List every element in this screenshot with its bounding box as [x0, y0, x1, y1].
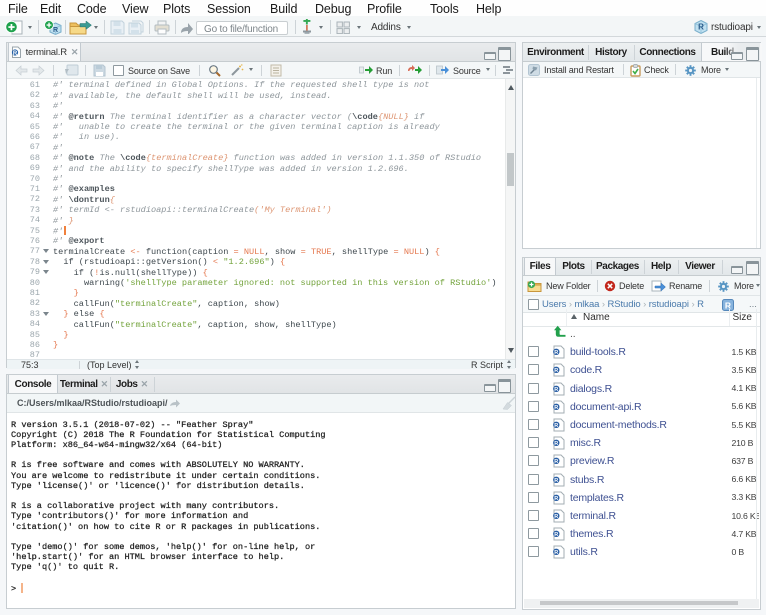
svg-text:R: R: [554, 478, 558, 484]
svg-text:R: R: [554, 459, 558, 465]
svg-text:R: R: [554, 532, 558, 538]
svg-text:R: R: [554, 496, 558, 502]
svg-text:R: R: [554, 387, 558, 393]
svg-text:R: R: [12, 51, 17, 57]
svg-text:R: R: [554, 368, 558, 374]
svg-text:R: R: [554, 350, 558, 356]
svg-text:R: R: [554, 550, 558, 556]
svg-text:R: R: [554, 423, 558, 429]
svg-text:R: R: [554, 514, 558, 520]
svg-text:R: R: [554, 405, 558, 411]
svg-text:R: R: [698, 23, 704, 32]
svg-text:R: R: [53, 27, 58, 34]
svg-text:R: R: [554, 441, 558, 447]
